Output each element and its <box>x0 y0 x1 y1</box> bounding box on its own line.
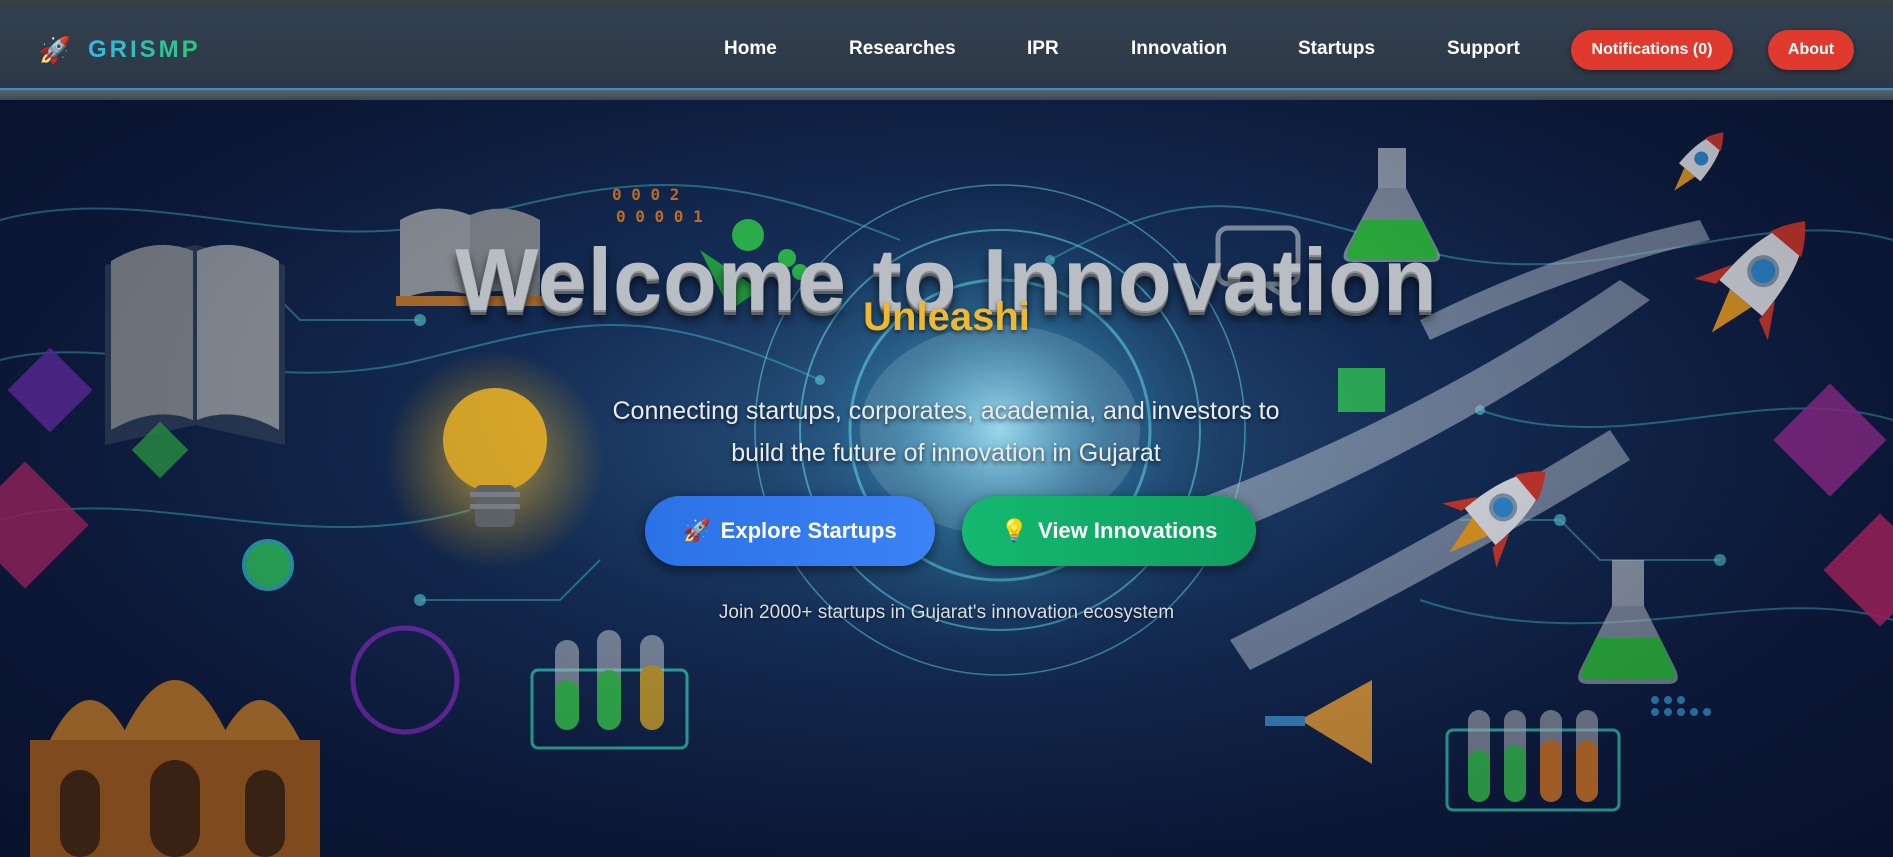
lightbulb-icon: 💡 <box>1000 518 1029 543</box>
hero-section: 0 0 0 2 0 0 0 0 1 <box>0 100 1893 857</box>
join-tagline: Join 2000+ startups in Gujarat's innovat… <box>718 602 1175 623</box>
nav-link-home[interactable]: Home <box>724 38 777 60</box>
nav-link-support[interactable]: Support <box>1447 38 1520 60</box>
nav-link-researches[interactable]: Researches <box>849 38 956 60</box>
view-innovations-label: View Innovations <box>1038 518 1218 543</box>
explore-startups-button[interactable]: 🚀 Explore Startups <box>645 496 935 566</box>
hero-dim-overlay <box>0 100 1893 857</box>
notifications-button[interactable]: Notifications (0) <box>1571 30 1733 70</box>
navbar-divider <box>0 90 1893 100</box>
hero-subtitle: Unleashi <box>863 295 1030 339</box>
nav-link-ipr[interactable]: IPR <box>1027 38 1059 60</box>
rocket-icon: 🚀 <box>683 518 711 543</box>
nav-link-innovation[interactable]: Innovation <box>1131 38 1227 60</box>
nav-link-startups[interactable]: Startups <box>1298 38 1375 60</box>
main-navigation: Home Researches IPR Innovation Startups … <box>0 8 1893 88</box>
hero-description: Connecting startups, corporates, academi… <box>612 397 1280 467</box>
explore-startups-label: Explore Startups <box>720 518 897 543</box>
about-button[interactable]: About <box>1768 30 1854 70</box>
view-innovations-button[interactable]: 💡 View Innovations <box>962 496 1256 566</box>
window-top-strip <box>0 0 1893 8</box>
